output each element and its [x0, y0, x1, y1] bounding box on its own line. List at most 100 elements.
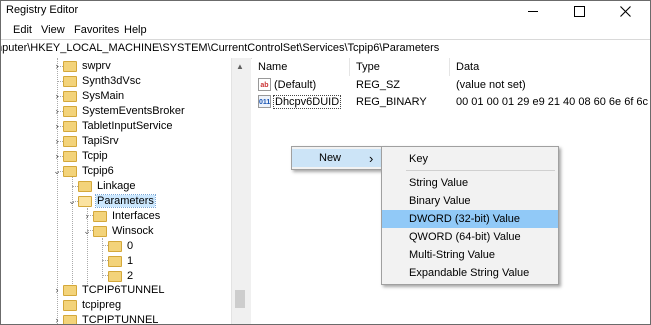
value-type: REG_SZ — [356, 79, 401, 91]
submenu-item-label: String Value — [409, 177, 469, 189]
menu-edit[interactable]: Edit — [13, 24, 32, 36]
chevron-right-icon[interactable]: › — [51, 312, 63, 324]
binary-value-icon: 011 — [258, 95, 271, 108]
address-bar[interactable]: mputer\HKEY_LOCAL_MACHINE\SYSTEM\Current… — [1, 39, 650, 59]
tree-item-1[interactable]: 1 — [108, 253, 134, 269]
submenu-multi-string-value[interactable]: Multi-String Value — [382, 246, 558, 264]
tree-item-linkage[interactable]: Linkage — [78, 178, 137, 194]
submenu-item-label: DWORD (32-bit) Value — [409, 213, 521, 225]
folder-icon — [63, 284, 77, 296]
value-row-default[interactable]: ab (Default) REG_SZ (value not set) — [252, 77, 650, 94]
menu-help[interactable]: Help — [124, 24, 147, 36]
tree-item-tcpipreg[interactable]: tcpipreg — [63, 297, 122, 313]
folder-open-icon — [93, 225, 107, 237]
tree-item-label: swprv — [82, 60, 111, 72]
tree-item-tcpiptunnel[interactable]: › TCPIPTUNNEL — [51, 312, 159, 324]
folder-icon — [63, 314, 77, 324]
tree-item-label: TabletInputService — [82, 120, 173, 132]
tree-item-label: Interfaces — [112, 210, 161, 222]
column-header-data[interactable]: Data — [450, 58, 650, 76]
scroll-up-arrow-icon[interactable]: ▲ — [232, 58, 248, 74]
tree-scrollbar[interactable]: ▲ — [231, 58, 248, 324]
maximize-icon — [573, 5, 585, 17]
menu-favorites[interactable]: Favorites — [74, 24, 119, 36]
tree-item-swprv[interactable]: › swprv — [51, 58, 112, 74]
folder-icon — [63, 120, 77, 132]
tree-item-tapisrv[interactable]: › TapiSrv — [51, 133, 120, 149]
tree-item-label: TCPIP6TUNNEL — [82, 284, 165, 296]
value-type: REG_BINARY — [356, 96, 427, 108]
tree-item-label: 0 — [127, 240, 134, 252]
tree-item-label: tcpipreg — [82, 299, 122, 311]
tree-item-label: Synth3dVsc — [82, 75, 141, 87]
folder-icon — [78, 180, 92, 192]
tree-item-label: Tcpip — [82, 150, 108, 162]
title-bar: Registry Editor — [1, 1, 650, 21]
chevron-right-icon[interactable]: › — [81, 208, 93, 224]
chevron-right-icon[interactable]: › — [51, 58, 63, 74]
tree-item-tabletinputservice[interactable]: › TabletInputService — [51, 118, 174, 134]
tree-item-label: TapiSrv — [82, 135, 119, 147]
chevron-right-icon[interactable]: › — [51, 133, 63, 149]
minimize-button[interactable] — [510, 1, 556, 21]
chevron-right-icon[interactable]: › — [51, 282, 63, 298]
submenu-item-label: Multi-String Value — [409, 249, 495, 261]
submenu-dword-value[interactable]: DWORD (32-bit) Value — [382, 210, 558, 228]
tree-item-sysmain[interactable]: › SysMain — [51, 88, 125, 104]
column-header-name[interactable]: Name — [252, 58, 350, 76]
tree-item-label: SysMain — [82, 90, 125, 102]
value-row-dhcpv6duid[interactable]: 011 Dhcpv6DUID REG_BINARY 00 01 00 01 29… — [252, 94, 650, 111]
value-name: Dhcpv6DUID — [272, 95, 342, 109]
chevron-down-icon[interactable]: ⌄ — [51, 163, 63, 179]
maximize-button[interactable] — [556, 1, 602, 21]
tree-item-interfaces[interactable]: › Interfaces — [81, 208, 161, 224]
chevron-down-icon[interactable]: ⌄ — [66, 193, 78, 209]
folder-icon — [63, 75, 77, 87]
folder-icon — [63, 165, 77, 177]
submenu-string-value[interactable]: String Value — [382, 174, 558, 192]
registry-editor-window: Registry Editor Edit View Favorites Help… — [0, 0, 651, 325]
window-title: Registry Editor — [6, 4, 79, 16]
close-button[interactable] — [602, 1, 648, 21]
tree-item-label: Winsock — [112, 225, 154, 237]
tree-item-tcpip6tunnel[interactable]: › TCPIP6TUNNEL — [51, 282, 166, 298]
menu-view[interactable]: View — [41, 24, 65, 36]
submenu-key[interactable]: Key — [382, 150, 558, 168]
minimize-icon — [528, 10, 538, 12]
tree-item-tcpip6[interactable]: ⌄ Tcpip6 — [51, 163, 115, 179]
tree-item-tcpip[interactable]: › Tcpip — [51, 148, 109, 164]
tree-item-systemeventsbroker[interactable]: › SystemEventsBroker — [51, 103, 186, 119]
string-value-icon: ab — [258, 78, 271, 91]
tree-item-label: 2 — [127, 270, 134, 282]
submenu-qword-value[interactable]: QWORD (64-bit) Value — [382, 228, 558, 246]
folder-icon — [63, 90, 77, 102]
submenu-binary-value[interactable]: Binary Value — [382, 192, 558, 210]
tree-item-parameters[interactable]: ⌄ Parameters — [66, 193, 156, 209]
tree-item-label: Parameters — [95, 194, 156, 208]
chevron-right-icon[interactable]: › — [51, 148, 63, 164]
tree-item-label: SystemEventsBroker — [82, 105, 185, 117]
new-submenu: Key String Value Binary Value DWORD (32-… — [381, 146, 559, 285]
address-path: mputer\HKEY_LOCAL_MACHINE\SYSTEM\Current… — [0, 42, 440, 54]
context-menu: New › — [291, 146, 386, 170]
value-data: 00 01 00 01 29 e9 21 40 08 60 6e 6f 6c 5… — [456, 96, 650, 108]
pane-splitter[interactable] — [248, 58, 251, 324]
tree-item-synth3dvsc[interactable]: Synth3dVsc — [63, 73, 142, 89]
tree-item-label: Linkage — [97, 180, 136, 192]
chevron-right-icon[interactable]: › — [51, 103, 63, 119]
chevron-right-icon[interactable]: › — [51, 88, 63, 104]
folder-open-icon — [78, 195, 92, 207]
chevron-right-icon[interactable]: › — [51, 118, 63, 134]
context-menu-new[interactable]: New › — [292, 149, 385, 167]
scroll-thumb[interactable] — [235, 290, 245, 308]
tree-item-label: Tcpip6 — [82, 165, 114, 177]
submenu-expandable-string-value[interactable]: Expandable String Value — [382, 264, 558, 282]
column-header-type[interactable]: Type — [350, 58, 450, 76]
tree-item-winsock[interactable]: ⌄ Winsock — [81, 223, 155, 239]
tree-item-0[interactable]: 0 — [108, 238, 134, 254]
chevron-down-icon[interactable]: ⌄ — [81, 223, 93, 239]
value-name: (Default) — [274, 79, 317, 91]
folder-icon — [63, 105, 77, 117]
folder-icon — [108, 270, 122, 282]
submenu-item-label: Key — [409, 153, 428, 165]
